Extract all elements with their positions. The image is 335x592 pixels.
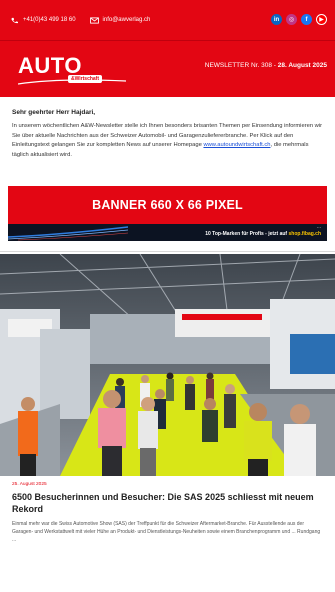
banner-placeholder[interactable]: BANNER 660 X 66 PIXEL [8, 186, 327, 224]
article-title[interactable]: 6500 Besucherinnen und Besucher: Die SAS… [12, 491, 323, 515]
youtube-icon[interactable]: ▶ [316, 14, 327, 25]
logo-subtitle: &Wirtschaft [68, 75, 103, 83]
newsletter-date: 28. August 2025 [277, 62, 327, 69]
ad-line-2: 10 Top-Marken für Profis - jetzt auf sho… [205, 231, 321, 237]
article-date: 25. August 2025 [12, 482, 47, 487]
instagram-icon[interactable]: ◎ [286, 14, 297, 25]
article-photo[interactable] [0, 254, 335, 476]
top-contact-bar: +41(0)43 499 18 60 info@awverlag.ch in ◎… [0, 0, 335, 40]
greeting: Sehr geehrter Herr Hajdari, [12, 109, 96, 116]
intro-text: In unserem wöchentlichen A&W-Newsletter … [12, 122, 323, 160]
email-address: info@awverlag.ch [102, 17, 151, 23]
section-divider [0, 251, 335, 252]
exhibition-hall-image [0, 254, 335, 476]
phone-number: +41(0)43 499 18 60 [23, 17, 76, 23]
mail-icon [89, 16, 99, 24]
light-trail-graphic [8, 226, 128, 241]
social-links: in ◎ f ▶ [271, 14, 327, 25]
phone-contact[interactable]: +41(0)43 499 18 60 [10, 17, 76, 24]
ad-line-1: ... [316, 224, 321, 230]
intro-section: Sehr geehrter Herr Hajdari, In unserem w… [0, 97, 335, 160]
linkedin-icon[interactable]: in [271, 14, 282, 25]
facebook-icon[interactable]: f [301, 14, 312, 25]
auto-wirtschaft-logo[interactable]: AUTO &Wirtschaft [18, 53, 127, 85]
newsletter-number: NEWSLETTER Nr. 308 [204, 62, 272, 69]
shop-ad-banner[interactable]: ... 10 Top-Marken für Profis - jetzt auf… [8, 221, 327, 241]
ad-shop-url: shop.fibag.ch [288, 231, 322, 237]
newsletter-header: AUTO &Wirtschaft NEWSLETTER Nr. 308 - 28… [0, 40, 335, 97]
email-contact[interactable]: info@awverlag.ch [89, 16, 151, 24]
ad-line-2-text: 10 Top-Marken für Profis - jetzt auf [205, 231, 288, 237]
newsletter-issue: NEWSLETTER Nr. 308 - 28. August 2025 [205, 62, 327, 69]
article-teaser[interactable]: 25. August 2025 6500 Besucherinnen und B… [0, 476, 335, 544]
article-lead: Einmal mehr war die Swiss Automotive Sho… [12, 521, 321, 543]
newsletter-separator: - [273, 62, 276, 69]
phone-icon [11, 17, 18, 23]
homepage-link[interactable]: www.autoundwirtschaft.ch [203, 142, 270, 148]
